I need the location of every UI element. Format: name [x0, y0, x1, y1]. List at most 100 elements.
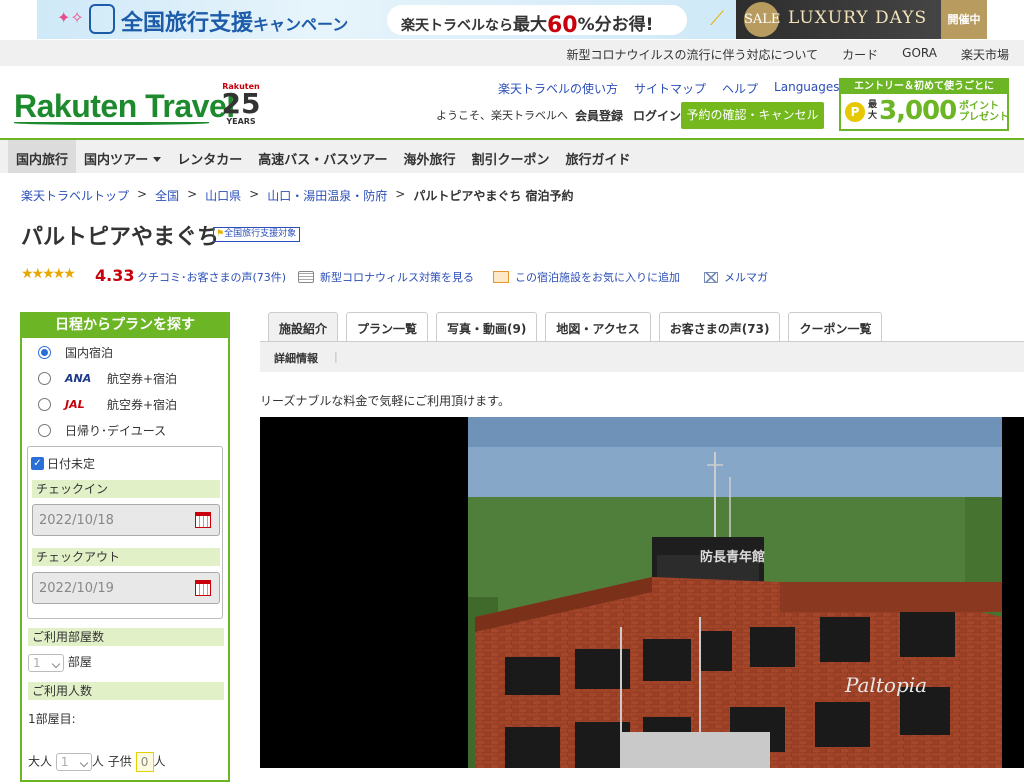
rating-stars-icon: ★★★★★ — [21, 266, 76, 282]
rooms-select[interactable]: 1 — [28, 653, 64, 672]
nav-rental-car[interactable]: レンタカー — [169, 140, 250, 173]
caret-down-icon — [153, 157, 162, 166]
add-favorite-link[interactable]: この宿泊施設をお気に入りに追加 — [493, 269, 680, 285]
ana-logo: ANA — [65, 372, 92, 385]
global-nav: 国内旅行 国内ツアー レンタカー 高速バス・バスツアー 海外旅行 割引クーポン … — [0, 138, 1024, 173]
checkin-date-input[interactable]: 2022/10/18 — [32, 504, 220, 536]
travel-support-badge[interactable]: ⚑全国旅行支援対象 — [213, 227, 301, 242]
tab-plans[interactable]: プラン一覧 — [346, 312, 429, 341]
nav-domestic[interactable]: 国内旅行 — [8, 140, 77, 173]
subtab-divider: | — [334, 350, 338, 363]
promo-discount-pill: 楽天トラベルなら最大60%分お得! — [387, 5, 687, 38]
room1-label: 1部屋目: — [28, 712, 76, 726]
suitcase-icon — [89, 4, 115, 34]
sale-badge: SALE — [744, 2, 780, 37]
checkout-label: チェックアウト — [32, 548, 220, 566]
anniversary-logo: Rakuten 25 YEARS — [221, 82, 261, 126]
facility-description: リーズナブルな料金で気軽にご利用頂けます。 — [260, 394, 510, 408]
entry-points-number: 3,000 — [879, 96, 957, 126]
now-open-badge: 開催中 — [941, 0, 987, 39]
mail-icon — [704, 272, 718, 283]
covid-measures-link[interactable]: 新型コロナウィルス対策を見る — [298, 269, 474, 285]
util-link-ichiba[interactable]: 楽天市場 — [961, 46, 1009, 63]
rooms-row: 1 部屋 — [28, 653, 92, 672]
radio-selected[interactable] — [38, 346, 51, 359]
radio[interactable] — [38, 372, 51, 385]
breadcrumb-top[interactable]: 楽天トラベルトップ — [21, 187, 129, 204]
guest-count-row: 大人 1人 子供 0人 — [28, 752, 166, 772]
rating-score: 4.33 — [95, 266, 135, 285]
entry-max-label: 最大 — [868, 100, 878, 121]
ribbon-icon: ⟋ — [710, 6, 724, 30]
reservation-confirm-button[interactable]: 予約の確認・キャンセル — [681, 102, 824, 129]
point-coin-icon: P — [845, 102, 865, 122]
luxury-days-text: LUXURY DAYS — [788, 8, 928, 28]
calendar-icon[interactable] — [195, 580, 211, 596]
plan-search-panel: 日程からプランを探す 国内宿泊 ANA 航空券+宿泊 JAL 航空券+宿泊 日帰… — [20, 312, 230, 782]
tab-photos[interactable]: 写真・動画(9) — [436, 312, 538, 341]
rooms-label: ご利用部屋数 — [28, 628, 224, 646]
document-icon — [298, 271, 314, 283]
newsletter-link[interactable]: メルマガ — [704, 269, 768, 285]
nav-domestic-tour[interactable]: 国内ツアー — [76, 140, 169, 173]
nav-bus[interactable]: 高速バス・バスツアー — [250, 140, 395, 173]
promo-title: 全国旅行支援キャンペーン — [121, 11, 349, 36]
logo-swoosh — [14, 121, 209, 125]
breadcrumb-area[interactable]: 山口・湯田温泉・防府 — [267, 187, 387, 204]
option-jal-air-hotel[interactable]: JAL 航空券+宿泊 — [38, 396, 177, 413]
script-sign: Paltopia — [844, 673, 927, 697]
hotel-building-image: 防長青年館 Paltopia — [468, 417, 1002, 768]
child-count-button[interactable]: 0 — [135, 752, 154, 772]
entry-points-banner[interactable]: エントリー＆初めて使うごとに P 最大 3,000 ポイント プレゼント — [839, 78, 1009, 131]
util-link-card[interactable]: カード — [842, 46, 878, 63]
jal-logo: JAL — [65, 398, 85, 411]
option-day-use[interactable]: 日帰り･デイユース — [38, 422, 166, 439]
flag-icon: ⚑ — [216, 229, 225, 239]
option-ana-air-hotel[interactable]: ANA 航空券+宿泊 — [38, 370, 177, 387]
nav-overseas[interactable]: 海外旅行 — [396, 140, 464, 173]
nav-coupon[interactable]: 割引クーポン — [464, 140, 558, 173]
tab-map[interactable]: 地図・アクセス — [545, 312, 651, 341]
hotel-photo[interactable]: 防長青年館 Paltopia — [260, 417, 1024, 768]
building-sign: 防長青年館 — [700, 549, 765, 565]
entry-banner-heading: エントリー＆初めて使うごとに — [841, 80, 1007, 94]
entry-points-label: ポイント プレゼント — [959, 101, 1009, 123]
tab-facility-info[interactable]: 施設紹介 — [268, 312, 339, 341]
login-link[interactable]: ログイン — [633, 107, 681, 124]
register-link[interactable]: 会員登録 — [575, 107, 623, 124]
undecided-date-checkbox[interactable]: ✓ 日付未定 — [31, 455, 95, 472]
breadcrumb-current: パルトピアやまぐち 宿泊予約 — [413, 189, 574, 203]
header-links: 楽天トラベルの使い方 サイトマップ ヘルプ Languages — [498, 80, 853, 97]
rakuten-travel-logo[interactable]: Rakuten Travel — [14, 88, 235, 125]
breadcrumb-japan[interactable]: 全国 — [155, 187, 179, 204]
hotel-name: パルトピアやまぐち — [21, 225, 220, 250]
confetti-icon: ✦✧ — [57, 8, 84, 27]
util-link-gora[interactable]: GORA — [902, 46, 937, 63]
promo-banner[interactable]: ✦✧ 全国旅行支援キャンペーン 楽天トラベルなら最大60%分お得! ⟋ SALE… — [37, 0, 987, 39]
luxury-days-banner[interactable]: SALE LUXURY DAYS 開催中 — [736, 0, 987, 39]
option-domestic-stay[interactable]: 国内宿泊 — [38, 344, 113, 361]
breadcrumb-prefecture[interactable]: 山口県 — [205, 187, 241, 204]
calendar-icon[interactable] — [195, 512, 211, 528]
util-link-covid[interactable]: 新型コロナウイルスの流行に伴う対応について — [567, 46, 819, 63]
howto-link[interactable]: 楽天トラベルの使い方 — [498, 80, 618, 97]
welcome-text: ようこそ、楽天トラベルへ — [436, 109, 568, 122]
plan-search-heading: 日程からプランを探す — [20, 312, 230, 338]
radio[interactable] — [38, 398, 51, 411]
radio[interactable] — [38, 424, 51, 437]
help-link[interactable]: ヘルプ — [722, 80, 758, 97]
subtab-bar — [260, 341, 1024, 372]
checkout-date-input[interactable]: 2022/10/19 — [32, 572, 220, 604]
adult-select[interactable]: 1 — [55, 753, 92, 771]
check-icon[interactable]: ✓ — [31, 457, 44, 470]
utility-bar: 新型コロナウイルスの流行に伴う対応について カード GORA 楽天市場 — [0, 40, 1024, 66]
reviews-link[interactable]: クチコミ･お客さまの声(73件) — [137, 269, 286, 285]
guests-label: ご利用人数 — [28, 682, 224, 700]
tab-coupons[interactable]: クーポン一覧 — [788, 312, 883, 341]
folder-icon — [493, 271, 509, 283]
subtab-details[interactable]: 詳細情報 — [274, 350, 318, 366]
travel-support-banner[interactable]: ✦✧ 全国旅行支援キャンペーン 楽天トラベルなら最大60%分お得! ⟋ — [37, 0, 736, 39]
nav-guide[interactable]: 旅行ガイド — [558, 140, 639, 173]
tab-reviews[interactable]: お客さまの声(73) — [658, 312, 781, 341]
sitemap-link[interactable]: サイトマップ — [634, 80, 706, 97]
